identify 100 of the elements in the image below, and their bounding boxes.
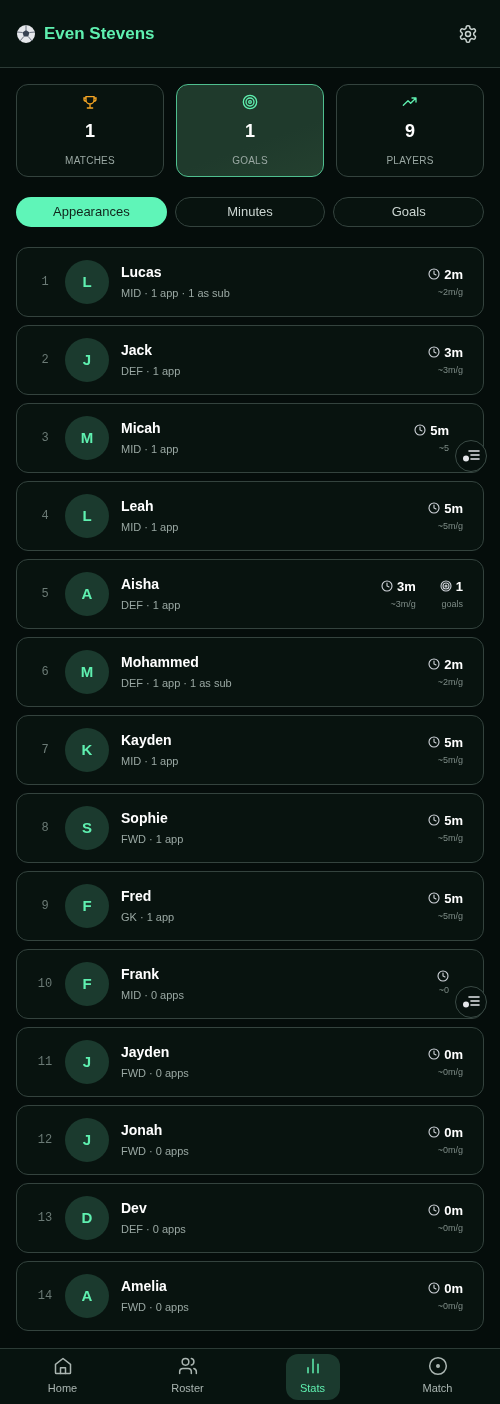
- rank-number: 1: [40, 274, 50, 291]
- stat-rate: ~3m/g: [390, 598, 416, 611]
- player-details: DEF · 1 app · 1 as sub: [121, 676, 233, 692]
- player-name: Jack: [121, 341, 154, 361]
- stat-value: 0m: [444, 1123, 463, 1142]
- filter-list-icon: [462, 995, 480, 1009]
- player-name: Aisha: [121, 575, 161, 595]
- rank-number: 2: [40, 352, 50, 369]
- stat-rate: ~2m/g: [437, 286, 463, 299]
- player-details: DEF · 0 apps: [121, 1222, 187, 1238]
- sort-tab[interactable]: Minutes: [174, 197, 326, 227]
- clock-icon: [428, 1126, 441, 1139]
- stat-rate: ~5m/g: [437, 520, 463, 533]
- player-name: Sophie: [121, 809, 169, 829]
- player-card[interactable]: 6 M Mohammed DEF · 1 app · 1 as sub 2m ~2m/g: [16, 637, 484, 707]
- target-icon: [439, 580, 452, 593]
- clock-icon: [428, 736, 441, 749]
- player-details: MID · 1 app: [121, 520, 180, 536]
- rank-number: 11: [36, 1054, 54, 1071]
- nav-tab[interactable]: Home: [35, 1353, 90, 1400]
- stat-rate: ~5m/g: [437, 832, 463, 845]
- player-card[interactable]: 1 L Lucas MID · 1 app · 1 as sub 2m ~2m/g: [16, 247, 484, 317]
- filter-list-button[interactable]: [455, 986, 487, 1018]
- target-icon: [242, 93, 258, 110]
- stat-value: 5m: [444, 889, 463, 908]
- player-details: MID · 0 apps: [121, 988, 185, 1004]
- sort-tab[interactable]: Appearances: [16, 197, 167, 227]
- stat-label: PLAYERS: [386, 153, 434, 168]
- avatar: J: [65, 1118, 109, 1162]
- stat-value: 0m: [444, 1279, 463, 1298]
- player-card[interactable]: 7 K Kayden MID · 1 app 5m ~5m/g: [16, 715, 484, 785]
- player-details: GK · 1 app: [121, 910, 176, 926]
- stat-rate: ~0m/g: [437, 1144, 463, 1157]
- player-details: MID · 1 app · 1 as sub: [121, 286, 231, 302]
- player-card[interactable]: 10 F Frank MID · 0 apps ~0: [16, 949, 484, 1019]
- avatar: L: [65, 260, 109, 304]
- clock-icon: [428, 658, 441, 671]
- player-name: Jayden: [121, 1043, 171, 1063]
- stat-rate: ~5m/g: [437, 754, 463, 767]
- player-name: Mohammed: [121, 653, 200, 673]
- clock-icon: [428, 1204, 441, 1217]
- stat-value: 3m: [444, 343, 463, 362]
- player-card[interactable]: 3 M Micah MID · 1 app 5m ~5: [16, 403, 484, 473]
- rank-number: 7: [40, 742, 50, 759]
- app-title: Even Stevens: [44, 22, 155, 45]
- player-card[interactable]: 13 D Dev DEF · 0 apps 0m ~0m/g: [16, 1183, 484, 1253]
- stat-value: 5m: [444, 733, 463, 752]
- clock-icon: [428, 1282, 441, 1295]
- stat-rate: ~0m/g: [437, 1066, 463, 1079]
- stat-value: 2m: [444, 265, 463, 284]
- stat-value: 0m: [444, 1201, 463, 1220]
- player-card[interactable]: 11 J Jayden FWD · 0 apps 0m ~0m/g: [16, 1027, 484, 1097]
- player-card[interactable]: 12 J Jonah FWD · 0 apps 0m ~0m/g: [16, 1105, 484, 1175]
- clock-icon: [428, 814, 441, 827]
- player-card[interactable]: 2 J Jack DEF · 1 app 3m ~3m/g: [16, 325, 484, 395]
- rank-number: 13: [36, 1210, 54, 1227]
- avatar: F: [65, 884, 109, 928]
- filter-list-button[interactable]: [455, 440, 487, 472]
- player-details: DEF · 1 app: [121, 364, 182, 380]
- nav-tab[interactable]: Roster: [160, 1353, 215, 1400]
- player-card[interactable]: 4 L Leah MID · 1 app 5m ~5m/g: [16, 481, 484, 551]
- rank-number: 3: [40, 430, 50, 447]
- player-card[interactable]: 9 F Fred GK · 1 app 5m ~5m/g: [16, 871, 484, 941]
- stat-rate: ~0m/g: [437, 1222, 463, 1235]
- avatar: S: [65, 806, 109, 850]
- avatar: J: [65, 1040, 109, 1084]
- stat-value: 1: [455, 577, 463, 596]
- trophy-icon: [82, 93, 98, 110]
- clock-icon: [414, 424, 427, 437]
- stat-rate: ~0: [438, 984, 449, 998]
- player-details: FWD · 0 apps: [121, 1300, 190, 1316]
- rank-number: 10: [36, 976, 54, 993]
- player-name: Kayden: [121, 731, 173, 751]
- match-icon: [427, 1356, 448, 1377]
- avatar: A: [65, 572, 109, 616]
- rank-number: 5: [40, 586, 50, 603]
- roster-icon: [177, 1356, 198, 1377]
- player-name: Lucas: [121, 263, 163, 283]
- player-card[interactable]: 8 S Sophie FWD · 1 app 5m ~5m/g: [16, 793, 484, 863]
- player-name: Amelia: [121, 1277, 168, 1297]
- rank-number: 12: [36, 1132, 54, 1149]
- avatar: K: [65, 728, 109, 772]
- stat-value: 5m: [444, 499, 463, 518]
- stat-value: 2m: [444, 655, 463, 674]
- stat-rate: ~5m/g: [437, 910, 463, 923]
- rank-number: 9: [40, 898, 50, 915]
- player-details: MID · 1 app: [121, 754, 180, 770]
- stat-rate: ~5: [438, 442, 449, 455]
- player-card[interactable]: 5 A Aisha DEF · 1 app 3m ~3m/g 1 goals: [16, 559, 484, 629]
- nav-tab[interactable]: Match: [410, 1353, 465, 1400]
- nav-tab[interactable]: Stats: [285, 1353, 340, 1400]
- sort-tab[interactable]: Goals: [333, 197, 484, 227]
- clock-icon: [437, 970, 449, 983]
- avatar: M: [65, 416, 109, 460]
- player-card[interactable]: 14 A Amelia FWD · 0 apps 0m ~0m/g: [16, 1261, 484, 1331]
- rank-number: 8: [40, 820, 50, 837]
- avatar: M: [65, 650, 109, 694]
- rank-number: 14: [36, 1288, 54, 1305]
- soccer-ball-icon: [16, 23, 36, 44]
- player-name: Fred: [121, 887, 153, 907]
